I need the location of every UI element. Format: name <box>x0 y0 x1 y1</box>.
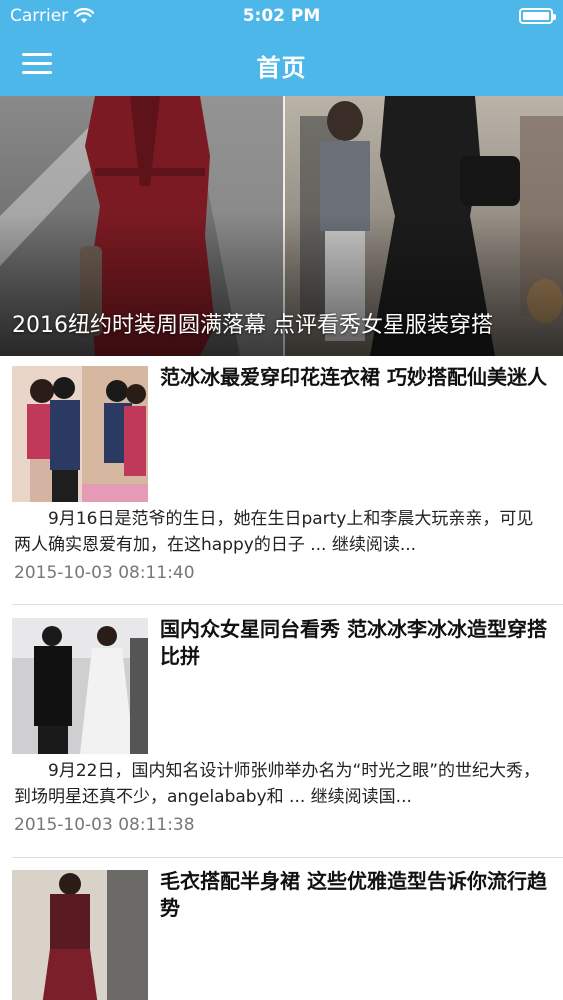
article-title: 范冰冰最爱穿印花连衣裙 巧妙搭配仙美迷人 <box>160 365 547 389</box>
nav-bar: 首页 <box>0 32 563 96</box>
article-thumbnail <box>12 618 148 754</box>
article-title: 毛衣搭配半身裙 这些优雅造型告诉你流行趋势 <box>160 869 547 920</box>
article-thumbnail <box>12 366 148 502</box>
hero-banner[interactable]: 2016纽约时装周圆满落幕 点评看秀女星服装穿搭 <box>0 96 563 356</box>
divider <box>12 604 563 605</box>
article-date: 2015-10-03 08:11:40 <box>14 563 195 583</box>
article-image <box>12 870 148 1000</box>
article-date: 2015-10-03 08:11:38 <box>14 815 195 835</box>
status-bar: Carrier 5:02 PM <box>0 0 563 32</box>
battery-level <box>523 12 549 20</box>
article-item[interactable]: 范冰冰最爱穿印花连衣裙 巧妙搭配仙美迷人 9月16日是范爷的生日，她在生日par… <box>0 356 563 606</box>
app-header: Carrier 5:02 PM 首页 <box>0 0 563 96</box>
article-title: 国内众女星同台看秀 范冰冰李冰冰造型穿搭比拼 <box>160 617 547 668</box>
divider <box>12 857 563 858</box>
article-image <box>12 618 148 754</box>
article-image <box>12 366 148 502</box>
battery-icon <box>519 8 556 24</box>
article-summary: 9月16日是范爷的生日，她在生日party上和李晨大玩亲亲，可见两人确实恩爱有加… <box>14 509 534 555</box>
article-summary: 9月22日，国内知名设计师张帅举办名为“时光之眼”的世纪大秀，到场明星还真不少，… <box>14 761 541 807</box>
status-time: 5:02 PM <box>242 6 321 26</box>
article-thumbnail <box>12 870 148 1000</box>
article-item[interactable]: 国内众女星同台看秀 范冰冰李冰冰造型穿搭比拼 9月22日，国内知名设计师张帅举办… <box>0 608 563 858</box>
article-item[interactable]: 毛衣搭配半身裙 这些优雅造型告诉你流行趋势 <box>0 860 563 1000</box>
page-title: 首页 <box>256 54 307 82</box>
hero-caption: 2016纽约时装周圆满落幕 点评看秀女星服装穿搭 <box>12 313 493 338</box>
